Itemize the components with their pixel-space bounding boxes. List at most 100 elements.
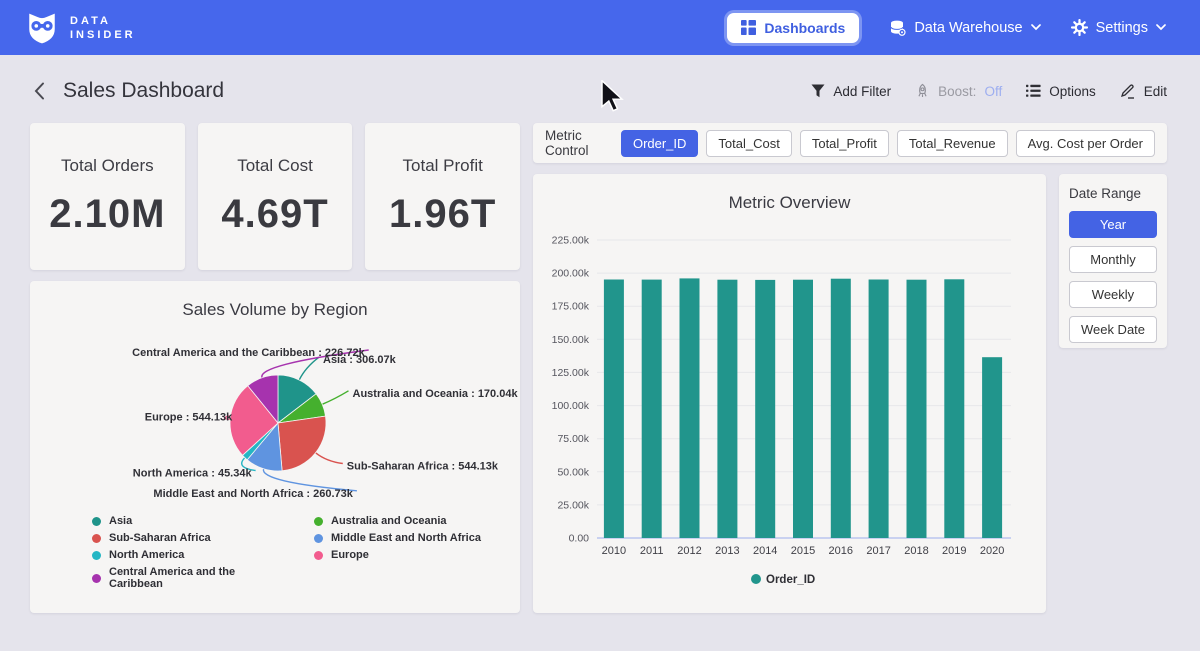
legend-item[interactable]: Australia and Oceania bbox=[314, 515, 481, 527]
y-axis-tick: 175.00k bbox=[552, 301, 590, 313]
date-button-weekly[interactable]: Weekly bbox=[1069, 281, 1157, 308]
legend-dot-icon bbox=[92, 534, 101, 543]
legend-dot-icon bbox=[92, 517, 101, 526]
legend-item[interactable]: Middle East and North Africa bbox=[314, 532, 481, 544]
bar-2016[interactable] bbox=[831, 279, 851, 538]
legend-label: Asia bbox=[109, 515, 132, 527]
pie-slice-label: Australia and Oceania : 170.04k bbox=[353, 388, 519, 400]
metric-buttons: Order_ID Total_Cost Total_Profit Total_Reve… bbox=[621, 130, 1155, 157]
bar-2020[interactable] bbox=[982, 357, 1002, 538]
owl-logo-icon bbox=[26, 11, 58, 45]
legend-dot-icon bbox=[92, 551, 101, 560]
pie-slice-label: Middle East and North Africa : 260.73k bbox=[153, 488, 353, 500]
x-axis-label: 2015 bbox=[791, 545, 815, 557]
legend-dot-icon bbox=[751, 574, 761, 584]
nav-data-warehouse[interactable]: Data Warehouse bbox=[889, 20, 1040, 36]
bar-2018[interactable] bbox=[907, 280, 927, 538]
pie-legend: Asia Sub-Saharan Africa North America Centr… bbox=[92, 515, 520, 590]
metric-button-total-cost[interactable]: Total_Cost bbox=[706, 130, 791, 157]
x-axis-label: 2013 bbox=[715, 545, 739, 557]
pie-chart-card: Sales Volume by Region Asia : 306.07kAus… bbox=[30, 281, 520, 613]
page-header: Sales Dashboard Add Filter Boost: Off bbox=[0, 55, 1200, 103]
legend-label: Sub-Saharan Africa bbox=[109, 532, 211, 544]
nav-settings[interactable]: Settings bbox=[1071, 19, 1166, 36]
date-button-year[interactable]: Year bbox=[1069, 211, 1157, 238]
dashboard-content: Total Orders2.10MTotal Cost4.69TTotal Pr… bbox=[0, 103, 1200, 613]
list-options-icon bbox=[1026, 84, 1041, 98]
x-axis-label: 2017 bbox=[866, 545, 890, 557]
x-axis-label: 2020 bbox=[980, 545, 1004, 557]
metric-button-order-id[interactable]: Order_ID bbox=[621, 130, 698, 157]
top-navbar: DATA INSIDER Dashboards Data Warehouse bbox=[0, 0, 1200, 55]
metric-control-bar: Metric Control Order_ID Total_Cost Total_P… bbox=[533, 123, 1167, 163]
date-button-week-date[interactable]: Week Date bbox=[1069, 316, 1157, 343]
y-axis-tick: 125.00k bbox=[552, 367, 590, 379]
metric-button-total-profit[interactable]: Total_Profit bbox=[800, 130, 889, 157]
boost-value: Off bbox=[984, 84, 1002, 99]
x-axis-label: 2019 bbox=[942, 545, 966, 557]
legend-dot-icon bbox=[92, 574, 101, 583]
kpi-value: 1.96T bbox=[389, 192, 496, 237]
database-icon bbox=[889, 20, 906, 36]
rocket-icon bbox=[915, 83, 930, 99]
bar-2014[interactable] bbox=[755, 280, 775, 538]
legend-item[interactable]: Europe bbox=[314, 549, 481, 561]
pie-slice-label: Europe : 544.13k bbox=[145, 412, 233, 424]
legend-dot-icon bbox=[314, 551, 323, 560]
settings-label: Settings bbox=[1096, 20, 1148, 36]
brand-text: DATA INSIDER bbox=[70, 14, 136, 42]
y-axis-tick: 100.00k bbox=[552, 400, 590, 412]
legend-item[interactable]: North America bbox=[92, 549, 278, 561]
legend-label: North America bbox=[109, 549, 184, 561]
bar-2013[interactable] bbox=[717, 280, 737, 538]
options-label: Options bbox=[1049, 84, 1096, 99]
legend-item[interactable]: Asia bbox=[92, 515, 278, 527]
bar-2010[interactable] bbox=[604, 280, 624, 539]
kpi-row: Total Orders2.10MTotal Cost4.69TTotal Pr… bbox=[30, 123, 520, 270]
legend-item[interactable]: Central America and the Caribbean bbox=[92, 566, 278, 590]
pencil-icon bbox=[1120, 83, 1136, 99]
metric-button-total-revenue[interactable]: Total_Revenue bbox=[897, 130, 1008, 157]
bar-chart: 0.0025.00k50.00k75.00k100.00k125.00k150.… bbox=[533, 213, 1046, 606]
chevron-left-icon bbox=[34, 82, 45, 100]
metric-button-avg-cost-per-order[interactable]: Avg. Cost per Order bbox=[1016, 130, 1155, 157]
boost-toggle[interactable]: Boost: Off bbox=[915, 83, 1002, 99]
bar-2015[interactable] bbox=[793, 280, 813, 538]
pie-chart: Asia : 306.07kAustralia and Oceania : 17… bbox=[30, 328, 520, 505]
date-range-buttons: Year Monthly Weekly Week Date bbox=[1069, 211, 1157, 343]
gear-icon bbox=[1071, 19, 1088, 36]
bar-chart-title: Metric Overview bbox=[533, 193, 1046, 213]
legend-label: Australia and Oceania bbox=[331, 515, 447, 527]
brand-line2: INSIDER bbox=[70, 28, 136, 42]
y-axis-tick: 225.00k bbox=[552, 235, 590, 247]
kpi-label: Total Profit bbox=[403, 156, 483, 176]
bar-2019[interactable] bbox=[944, 279, 964, 538]
x-axis-label: 2012 bbox=[677, 545, 701, 557]
back-button[interactable] bbox=[30, 80, 49, 102]
pie-slice[interactable] bbox=[278, 416, 326, 471]
legend-dot-icon bbox=[314, 534, 323, 543]
date-range-label: Date Range bbox=[1069, 186, 1157, 201]
bar-legend[interactable]: Order_ID bbox=[751, 574, 815, 586]
chevron-down-icon bbox=[1156, 24, 1166, 31]
dashboard-grid-icon bbox=[741, 20, 756, 35]
data-warehouse-label: Data Warehouse bbox=[914, 20, 1022, 36]
kpi-card: Total Orders2.10M bbox=[30, 123, 185, 270]
options-button[interactable]: Options bbox=[1026, 84, 1096, 99]
add-filter-label: Add Filter bbox=[833, 84, 891, 99]
legend-dot-icon bbox=[314, 517, 323, 526]
legend-item[interactable]: Sub-Saharan Africa bbox=[92, 532, 278, 544]
add-filter-button[interactable]: Add Filter bbox=[811, 84, 891, 99]
y-axis-tick: 0.00 bbox=[569, 533, 590, 545]
date-button-monthly[interactable]: Monthly bbox=[1069, 246, 1157, 273]
dashboards-button[interactable]: Dashboards bbox=[727, 13, 859, 43]
bar-2011[interactable] bbox=[642, 280, 662, 538]
legend-label: Central America and the Caribbean bbox=[109, 566, 278, 590]
chevron-down-icon bbox=[1031, 24, 1041, 31]
brand-logo[interactable]: DATA INSIDER bbox=[26, 11, 136, 45]
edit-button[interactable]: Edit bbox=[1120, 83, 1167, 99]
x-axis-label: 2016 bbox=[829, 545, 853, 557]
metric-control-label: Metric Control bbox=[545, 128, 605, 158]
bar-2012[interactable] bbox=[680, 278, 700, 538]
bar-2017[interactable] bbox=[869, 280, 889, 539]
